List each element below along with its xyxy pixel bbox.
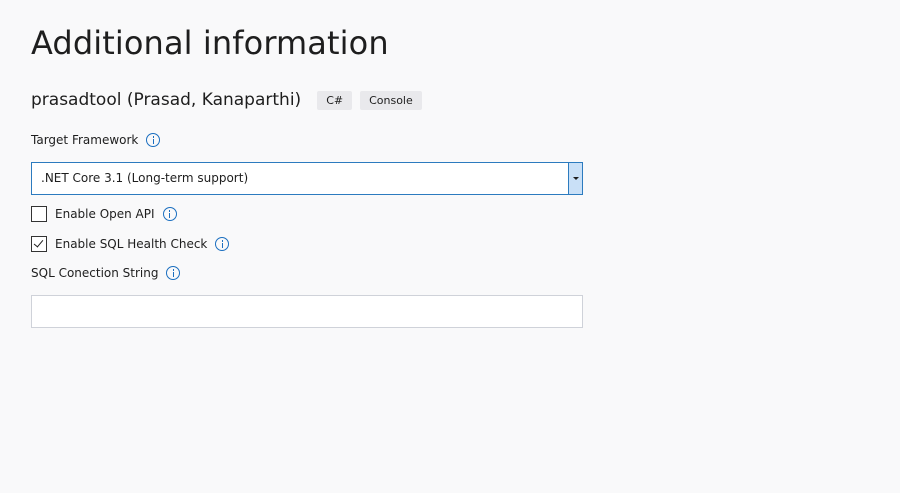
tag-language: C# [317,90,353,110]
info-icon[interactable] [166,266,181,280]
chevron-down-icon [573,177,579,180]
template-name: prasadtool (Prasad, Kanaparthi) [31,90,302,110]
target-framework-selected-value: .NET Core 3.1 (Long-term support) [41,171,249,185]
target-framework-label-row: Target Framework [31,133,161,147]
tag-project-type: Console [360,90,422,110]
target-framework-label: Target Framework [31,133,139,147]
target-framework-dropdown[interactable]: .NET Core 3.1 (Long-term support) [31,162,583,195]
sql-connection-label-row: SQL Conection String [31,266,181,280]
dropdown-toggle-button[interactable] [568,163,582,194]
sql-connection-string-label: SQL Conection String [31,266,159,280]
enable-sql-health-check-row: Enable SQL Health Check [31,236,230,252]
info-icon[interactable] [146,133,161,147]
page-title: Additional information [31,24,389,62]
enable-open-api-checkbox[interactable] [31,206,47,222]
additional-information-page: Additional information prasadtool (Prasa… [0,0,900,493]
info-icon[interactable] [215,237,230,251]
info-icon[interactable] [162,207,177,221]
enable-sql-health-check-checkbox[interactable] [31,236,47,252]
enable-open-api-row: Enable Open API [31,206,177,222]
template-summary: prasadtool (Prasad, Kanaparthi) C# Conso… [31,89,430,111]
enable-sql-health-check-label[interactable]: Enable SQL Health Check [55,237,207,251]
enable-open-api-label[interactable]: Enable Open API [55,207,155,221]
sql-connection-string-input[interactable] [31,295,583,328]
